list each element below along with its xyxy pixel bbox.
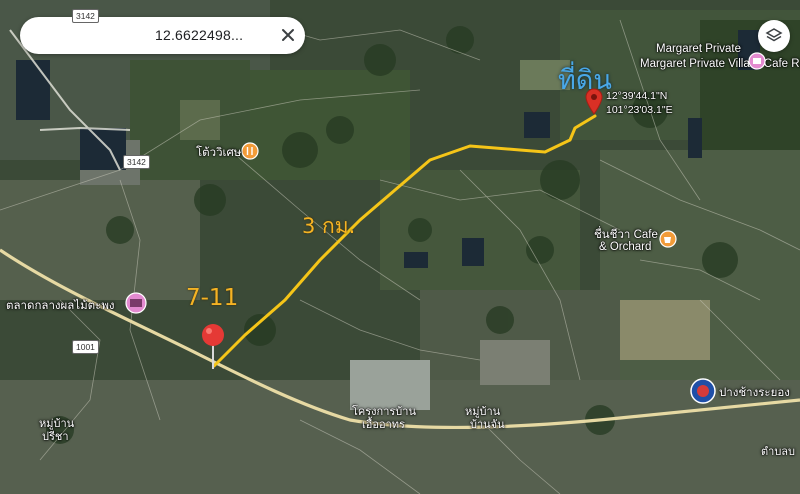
search-bar[interactable]: 12.6622498... bbox=[20, 17, 305, 54]
place-label-tambon: ตำบลบ bbox=[761, 446, 796, 458]
route-distance-label: 3 กม. bbox=[302, 214, 356, 238]
poi-label-elephant: ปางช้างระยอง bbox=[719, 387, 790, 399]
road-shield-1001: 1001 bbox=[72, 340, 99, 354]
poi-label-tovises: โต้ววิเศษ bbox=[196, 147, 242, 159]
place-label-village-line2: บ้านจัน bbox=[470, 419, 505, 431]
villa-shop-icon[interactable] bbox=[748, 52, 766, 70]
place-label-preecha-line2: ปรีชา bbox=[42, 431, 69, 443]
elephant-attraction-icon[interactable] bbox=[690, 378, 716, 404]
poi-label-villa: Margaret Private Villa & Cafe Rayong bbox=[640, 58, 800, 70]
destination-latitude: 12°39'44.1"N bbox=[606, 90, 668, 102]
road-shield-3142: 3142 bbox=[123, 155, 150, 169]
origin-pin-icon[interactable] bbox=[200, 323, 226, 371]
poi-label-market: ตลาดกลางผลไม้ตะพง bbox=[6, 300, 115, 312]
cafe-icon[interactable] bbox=[659, 230, 677, 248]
market-shop-icon[interactable] bbox=[124, 292, 148, 314]
layers-button[interactable] bbox=[758, 20, 790, 52]
road-shield-3142-top: 3142 bbox=[72, 9, 99, 23]
origin-overlay-label: 7-11 bbox=[186, 285, 239, 311]
restaurant-icon[interactable] bbox=[241, 142, 259, 160]
close-icon[interactable] bbox=[279, 26, 297, 44]
destination-longitude: 101°23'03.1"E bbox=[606, 104, 673, 116]
layers-icon bbox=[765, 28, 783, 42]
poi-label-villa-line1: Margaret Private bbox=[656, 43, 742, 55]
poi-label-cafe-line2: & Orchard bbox=[599, 241, 652, 253]
destination-pin-icon[interactable] bbox=[584, 87, 604, 115]
place-label-project-line2: เอื้ออาทร bbox=[362, 419, 405, 431]
search-input[interactable]: 12.6622498... bbox=[155, 27, 243, 43]
